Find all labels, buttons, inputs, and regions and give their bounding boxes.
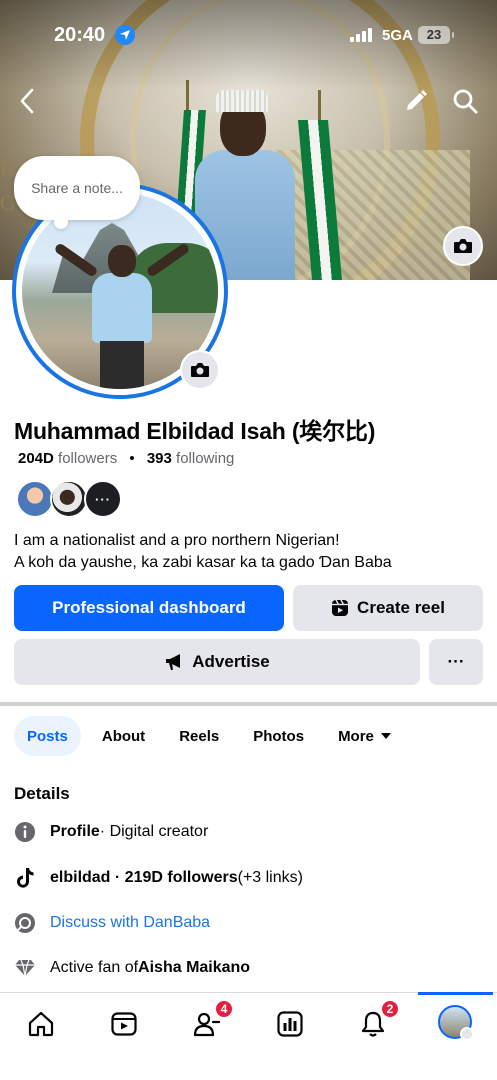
cellular-signal-icon <box>350 28 372 42</box>
more-options-button[interactable]: ··· <box>429 639 483 685</box>
nav-friends[interactable]: 4 <box>190 999 234 1041</box>
nav-notifications[interactable]: 2 <box>356 999 400 1041</box>
tab-photos[interactable]: Photos <box>240 716 317 756</box>
separator-dot: • <box>129 450 135 467</box>
camera-icon <box>191 363 209 377</box>
menu-badge-icon <box>460 1027 474 1041</box>
bio-line: A koh da yaushe, ka zabi kasar ka ta gad… <box>14 554 392 571</box>
profile-label: Profile <box>50 823 100 840</box>
profile-name: Muhammad Elbildad Isah (埃尔比) <box>14 418 376 444</box>
location-arrow-icon <box>115 25 135 45</box>
edit-profile-picture-button[interactable] <box>180 350 220 390</box>
nav-profile-avatar[interactable] <box>438 1005 474 1041</box>
avatar-person-shirt <box>92 273 152 343</box>
tab-label: Photos <box>253 727 305 745</box>
tab-reels[interactable]: Reels <box>166 716 232 756</box>
detail-tiktok[interactable]: elbildad · 219D followers (+3 links) <box>14 867 303 889</box>
edit-cover-photo-button[interactable] <box>443 226 483 266</box>
tab-label: More <box>338 727 374 745</box>
edit-profile-button[interactable] <box>401 86 431 116</box>
detail-profile-type: Profile · Digital creator <box>14 821 208 843</box>
tab-label: Reels <box>179 727 220 745</box>
friend-avatar[interactable] <box>50 480 88 518</box>
camera-icon <box>454 239 472 253</box>
active-tab-indicator <box>418 992 493 995</box>
tiktok-handle: elbildad · 219D followers <box>50 869 238 886</box>
discuss-link[interactable]: Discuss with DanBaba <box>50 914 210 932</box>
tab-label: Posts <box>27 727 68 745</box>
notifications-badge: 2 <box>380 999 400 1019</box>
following-link[interactable]: 393 following <box>147 450 235 467</box>
create-reel-button[interactable]: Create reel <box>293 585 483 631</box>
pencil-icon <box>407 90 427 110</box>
bar-chart-icon <box>277 1011 303 1037</box>
following-count: 393 <box>146 450 172 467</box>
profile-category: · Digital creator <box>99 823 209 840</box>
tab-posts[interactable]: Posts <box>14 716 81 756</box>
active-fan-name[interactable]: Aisha Maikano <box>138 959 250 977</box>
status-bar: 20:40 5GA 23 <box>0 22 497 52</box>
profile-bio: I am a nationalist and a pro northern Ni… <box>14 530 392 574</box>
cover-person-cap <box>216 90 268 112</box>
advertise-label: Advertise <box>192 652 270 671</box>
note-placeholder: Share a note... <box>31 180 123 196</box>
search-icon <box>453 89 478 114</box>
more-friends-button[interactable]: ··· <box>84 480 122 518</box>
details-heading: Details <box>14 784 70 803</box>
chat-bubble-icon <box>14 912 36 934</box>
professional-dashboard-label: Professional dashboard <box>52 598 246 617</box>
chevron-left-icon <box>20 88 34 114</box>
friend-avatar[interactable] <box>16 480 54 518</box>
nav-dashboard[interactable] <box>273 1007 307 1041</box>
more-options-icon: ··· <box>447 652 465 671</box>
followers-link[interactable]: 204D followers <box>18 450 117 467</box>
nav-video[interactable] <box>107 1007 141 1041</box>
followers-count: 204D <box>18 450 54 467</box>
tab-label: About <box>101 727 146 745</box>
tiktok-icon <box>14 867 36 889</box>
nav-home[interactable] <box>24 1007 58 1041</box>
diamond-icon <box>14 957 36 979</box>
more-dots-icon: ··· <box>95 491 111 507</box>
friends-badge: 4 <box>214 999 234 1019</box>
professional-dashboard-button[interactable]: Professional dashboard <box>14 585 284 631</box>
following-label: following <box>176 450 235 467</box>
mutual-friends-avatars[interactable]: ··· <box>16 480 122 518</box>
home-icon <box>28 1011 54 1037</box>
advertise-button[interactable]: Advertise <box>14 639 420 685</box>
video-icon <box>111 1012 137 1036</box>
tab-about[interactable]: About <box>89 716 158 756</box>
reel-icon <box>332 599 349 616</box>
back-button[interactable] <box>12 86 42 116</box>
followers-label: followers <box>58 450 118 467</box>
section-divider <box>0 702 497 706</box>
caret-down-icon <box>380 733 391 739</box>
tab-more[interactable]: More <box>325 716 405 756</box>
avatar-person-head <box>108 245 136 277</box>
bio-line: I am a nationalist and a pro northern Ni… <box>14 532 340 549</box>
search-button[interactable] <box>450 86 480 116</box>
status-time: 20:40 <box>54 24 106 46</box>
battery-indicator: 23 <box>418 26 454 44</box>
create-reel-label: Create reel <box>357 598 445 617</box>
info-icon <box>14 821 36 843</box>
detail-active-fan: Active fan of Aisha Maikano <box>14 957 250 979</box>
bottom-navigation: 4 2 <box>0 992 497 1080</box>
follow-stats: 204D followers • 393 following <box>18 450 234 467</box>
avatar-person-legs <box>100 341 144 389</box>
active-fan-prefix: Active fan of <box>50 959 139 976</box>
megaphone-icon <box>166 654 181 670</box>
detail-discuss[interactable]: Discuss with DanBaba <box>14 912 210 934</box>
tiktok-extra-links: (+3 links) <box>237 869 303 886</box>
profile-tabs: Posts About Reels Photos More <box>14 716 413 756</box>
share-note-bubble[interactable]: Share a note... <box>14 156 140 229</box>
network-type: 5GA <box>382 27 413 44</box>
